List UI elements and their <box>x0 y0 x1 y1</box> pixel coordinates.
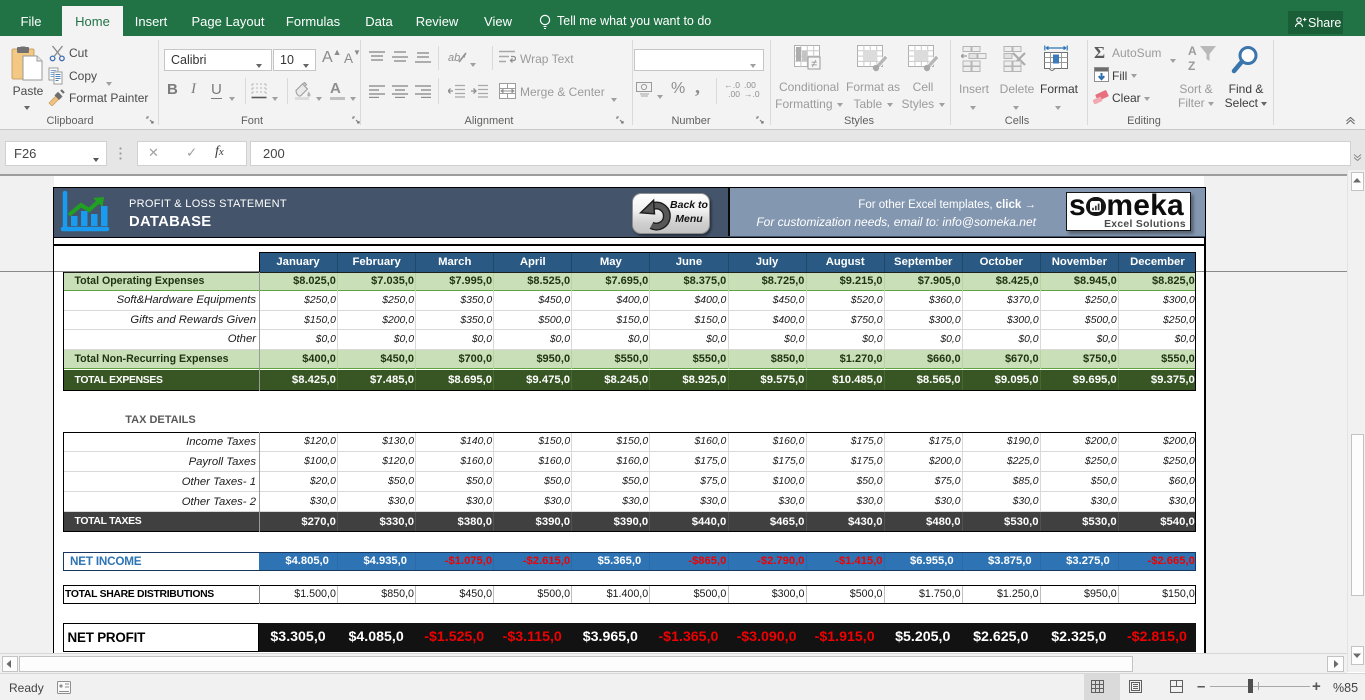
svg-text:≠: ≠ <box>811 58 817 70</box>
svg-text:Z: Z <box>1188 59 1195 73</box>
svg-text:A: A <box>1188 44 1197 58</box>
svg-text:ab: ab <box>448 52 460 64</box>
